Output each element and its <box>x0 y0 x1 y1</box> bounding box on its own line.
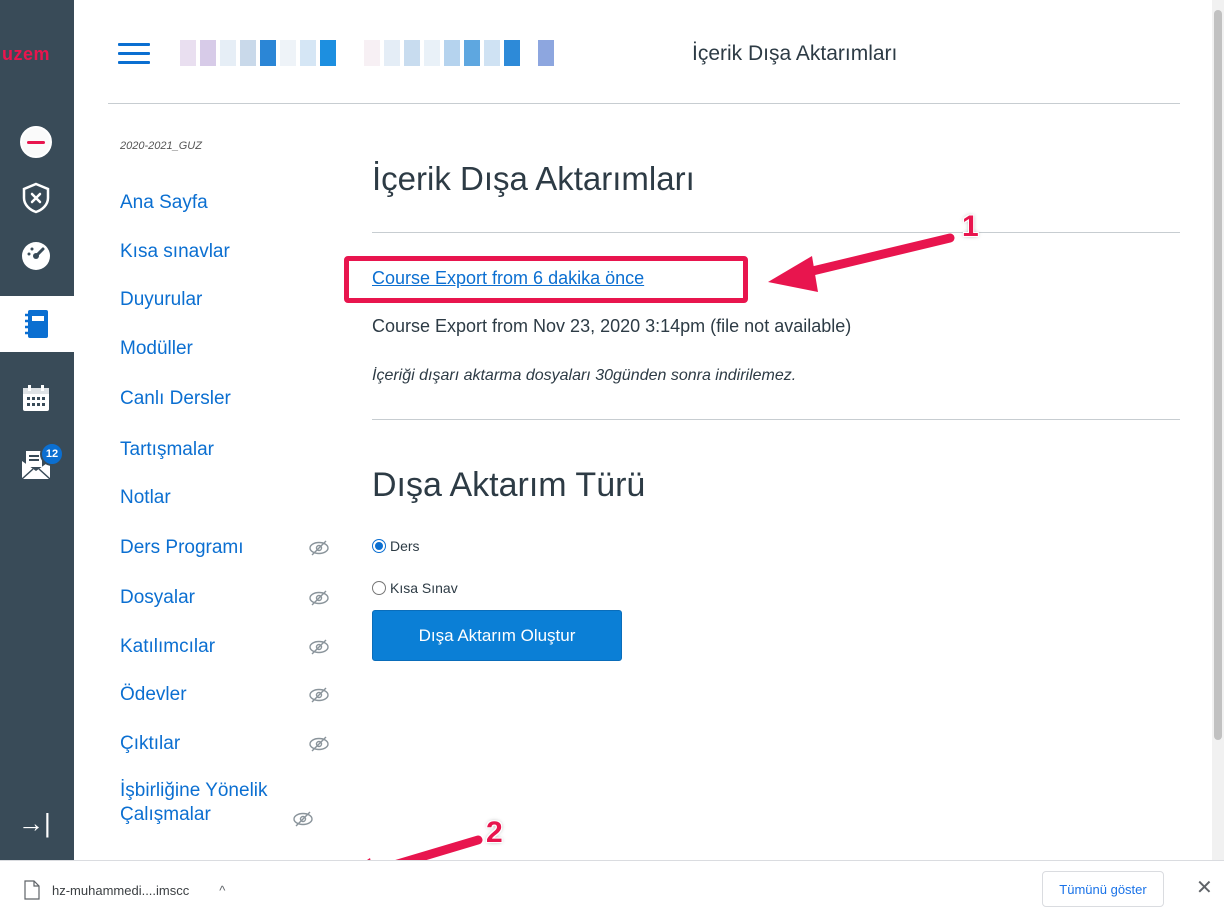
calendar-icon <box>23 385 49 411</box>
annotation-box-1 <box>344 256 748 303</box>
course-nav-label[interactable]: Tartışmalar <box>120 439 214 461</box>
course-term: 2020-2021_GUZ <box>120 140 202 152</box>
course-nav-assignments[interactable]: Ödevler <box>120 680 330 710</box>
breadcrumb-redacted <box>180 40 558 66</box>
course-nav-home[interactable]: Ana Sayfa <box>120 188 330 218</box>
course-nav-label[interactable]: Ödevler <box>120 684 187 706</box>
account-avatar-icon <box>20 126 52 158</box>
course-nav-syllabus[interactable]: Ders Programı <box>120 533 330 563</box>
radio-label: Kısa Sınav <box>390 580 458 596</box>
nav-dashboard[interactable] <box>8 228 64 284</box>
collapse-nav-icon[interactable]: →| <box>18 808 51 838</box>
nav-account[interactable] <box>8 114 64 170</box>
export-type-quiz-option[interactable]: Kısa Sınav <box>372 580 458 596</box>
close-icon[interactable]: ✕ <box>1196 875 1213 900</box>
course-nav-label[interactable]: Kısa sınavlar <box>120 241 230 263</box>
course-nav-people[interactable]: Katılımcılar <box>120 632 330 662</box>
course-nav-label[interactable]: Duyurular <box>120 289 202 311</box>
nav-inbox[interactable]: 12 <box>8 436 64 492</box>
courses-notebook-icon <box>25 310 48 338</box>
course-nav-label[interactable]: Notlar <box>120 487 171 509</box>
export-type-heading: Dışa Aktarım Türü <box>372 466 646 504</box>
course-nav-modules[interactable]: Modüller <box>120 334 330 364</box>
dashboard-gauge-icon <box>22 242 50 270</box>
eye-slash-icon <box>309 639 329 655</box>
nav-admin[interactable] <box>8 170 64 226</box>
admin-shield-icon <box>22 182 50 214</box>
course-nav-announcements[interactable]: Duyurular <box>120 285 330 315</box>
radio-label: Ders <box>390 538 420 554</box>
eye-slash-icon <box>309 590 329 606</box>
nav-calendar[interactable] <box>8 370 64 426</box>
eye-slash-icon <box>293 811 313 827</box>
file-icon <box>24 880 40 900</box>
course-nav-label[interactable]: Dosyalar <box>120 587 195 609</box>
course-nav-quizzes[interactable]: Kısa sınavlar <box>120 237 330 267</box>
chevron-up-icon[interactable]: ^ <box>219 883 225 898</box>
course-nav-label[interactable]: Modüller <box>120 338 193 360</box>
page-title: İçerik Dışa Aktarımları <box>372 160 695 197</box>
export-type-course-option[interactable]: Ders <box>372 538 420 554</box>
page-scrollbar[interactable] <box>1212 0 1224 860</box>
institution-logo[interactable]: uzem <box>0 44 74 76</box>
create-export-button[interactable]: Dışa Aktarım Oluştur <box>372 610 622 661</box>
course-nav-label[interactable]: Ders Programı <box>120 537 244 559</box>
course-nav-grades[interactable]: Notlar <box>120 483 330 513</box>
download-item[interactable]: hz-muhammedi....imscc ^ <box>14 871 298 909</box>
scrollbar-thumb[interactable] <box>1214 10 1222 740</box>
page-header: İçerik Dışa Aktarımları <box>108 20 1180 104</box>
annotation-arrow-1 <box>768 233 955 292</box>
course-nav-label[interactable]: Canlı Dersler <box>120 388 231 410</box>
eye-slash-icon <box>309 687 329 703</box>
inbox-unread-badge: 12 <box>40 442 64 466</box>
course-nav-collaborations[interactable]: İşbirliğine Yönelik Çalışmalar <box>120 779 330 827</box>
course-nav-label[interactable]: Katılımcılar <box>120 636 215 658</box>
annotation-number-1: 1 <box>962 210 979 243</box>
course-nav-files[interactable]: Dosyalar <box>120 583 330 613</box>
show-all-downloads-button[interactable]: Tümünü göster <box>1042 871 1164 907</box>
course-nav-label[interactable]: Çıktılar <box>120 733 180 755</box>
previous-export-text: Course Export from Nov 23, 2020 3:14pm (… <box>372 316 852 336</box>
export-expiry-note: İçeriği dışarı aktarma dosyaları 30günde… <box>372 367 797 384</box>
download-filename: hz-muhammedi....imscc <box>52 882 190 898</box>
course-nav-live-classes[interactable]: Canlı Dersler <box>120 384 330 414</box>
eye-slash-icon <box>309 736 329 752</box>
course-nav-label[interactable]: İşbirliğine Yönelik Çalışmalar <box>120 779 300 827</box>
course-nav-outcomes[interactable]: Çıktılar <box>120 729 330 759</box>
annotation-number-2: 2 <box>486 816 503 849</box>
radio-course[interactable] <box>372 539 386 553</box>
divider <box>372 419 1180 420</box>
nav-courses[interactable] <box>0 296 74 352</box>
breadcrumb-current-page: İçerik Dışa Aktarımları <box>692 42 898 65</box>
course-nav-discussions[interactable]: Tartışmalar <box>120 435 330 465</box>
hamburger-menu-icon[interactable] <box>118 43 150 65</box>
course-nav-label[interactable]: Ana Sayfa <box>120 192 208 214</box>
divider <box>372 232 1180 233</box>
eye-slash-icon <box>309 540 329 556</box>
global-nav: uzem 12 →| <box>0 0 74 860</box>
download-shelf: hz-muhammedi....imscc ^ Tümünü göster ✕ <box>0 860 1224 917</box>
radio-quiz[interactable] <box>372 581 386 595</box>
